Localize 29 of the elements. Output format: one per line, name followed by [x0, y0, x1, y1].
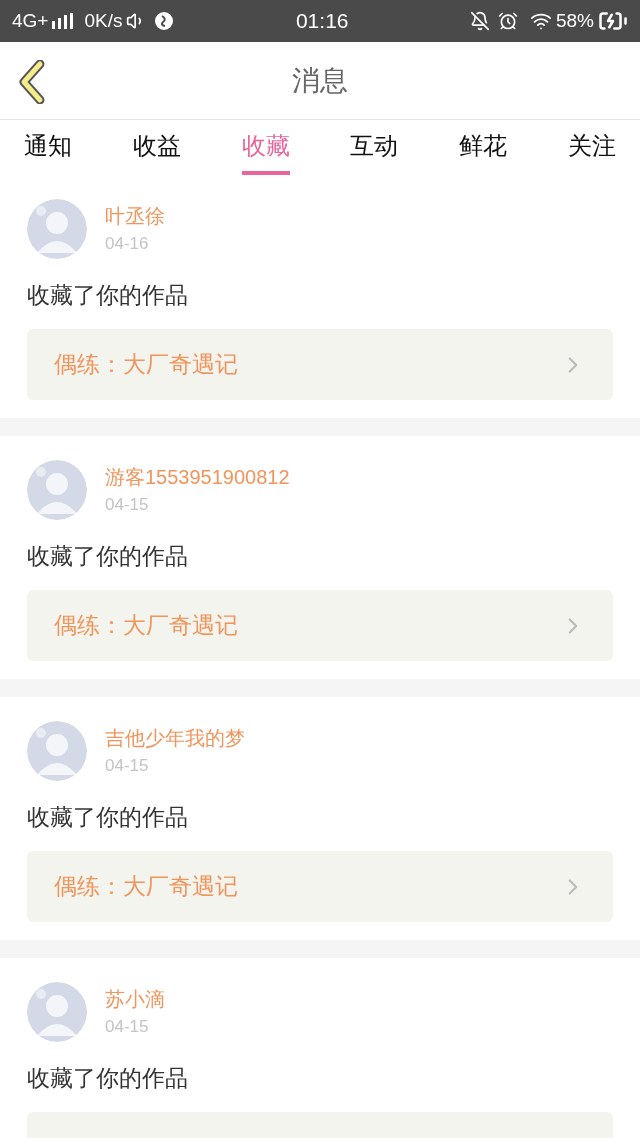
message-date: 04-15: [105, 1016, 150, 1039]
message-date: 04-16: [105, 233, 150, 256]
tab[interactable]: 鲜花: [459, 120, 508, 175]
work-link[interactable]: 偶练：大厂奇遇记: [27, 590, 613, 661]
network-type: 4G+: [12, 8, 49, 33]
tab[interactable]: 关注: [568, 120, 616, 175]
user-name[interactable]: 吉他少年我的梦: [105, 723, 245, 754]
user-name[interactable]: 苏小滴: [105, 984, 165, 1015]
clock-time: 01:16: [295, 8, 349, 35]
message-text: 收藏了你的作品: [27, 542, 189, 570]
message-date: 04-15: [105, 494, 150, 517]
user-name[interactable]: 游客1553951900812: [105, 462, 290, 493]
bell-off-icon: [469, 11, 490, 31]
work-link[interactable]: 偶练：大厂奇遇记: [27, 329, 613, 400]
network-speed: 0K/s: [84, 8, 123, 33]
page-title: 消息: [292, 63, 348, 98]
message-text: 收藏了你的作品: [27, 1064, 189, 1092]
tab[interactable]: 收藏: [241, 120, 290, 175]
tab[interactable]: 通知: [24, 120, 72, 175]
message-text: 收藏了你的作品: [27, 281, 189, 309]
user-name[interactable]: 叶丞徐: [105, 201, 165, 232]
message-date: 04-15: [105, 755, 150, 778]
circle-icon: [154, 11, 175, 31]
work-link[interactable]: 偶练：大厂奇遇记: [27, 851, 613, 922]
tab[interactable]: 收益: [132, 120, 181, 175]
tab[interactable]: 互动: [350, 120, 399, 175]
alarm-icon: [497, 11, 518, 31]
battery-percent: 58%: [555, 8, 594, 33]
message-text: 收藏了你的作品: [27, 803, 189, 831]
